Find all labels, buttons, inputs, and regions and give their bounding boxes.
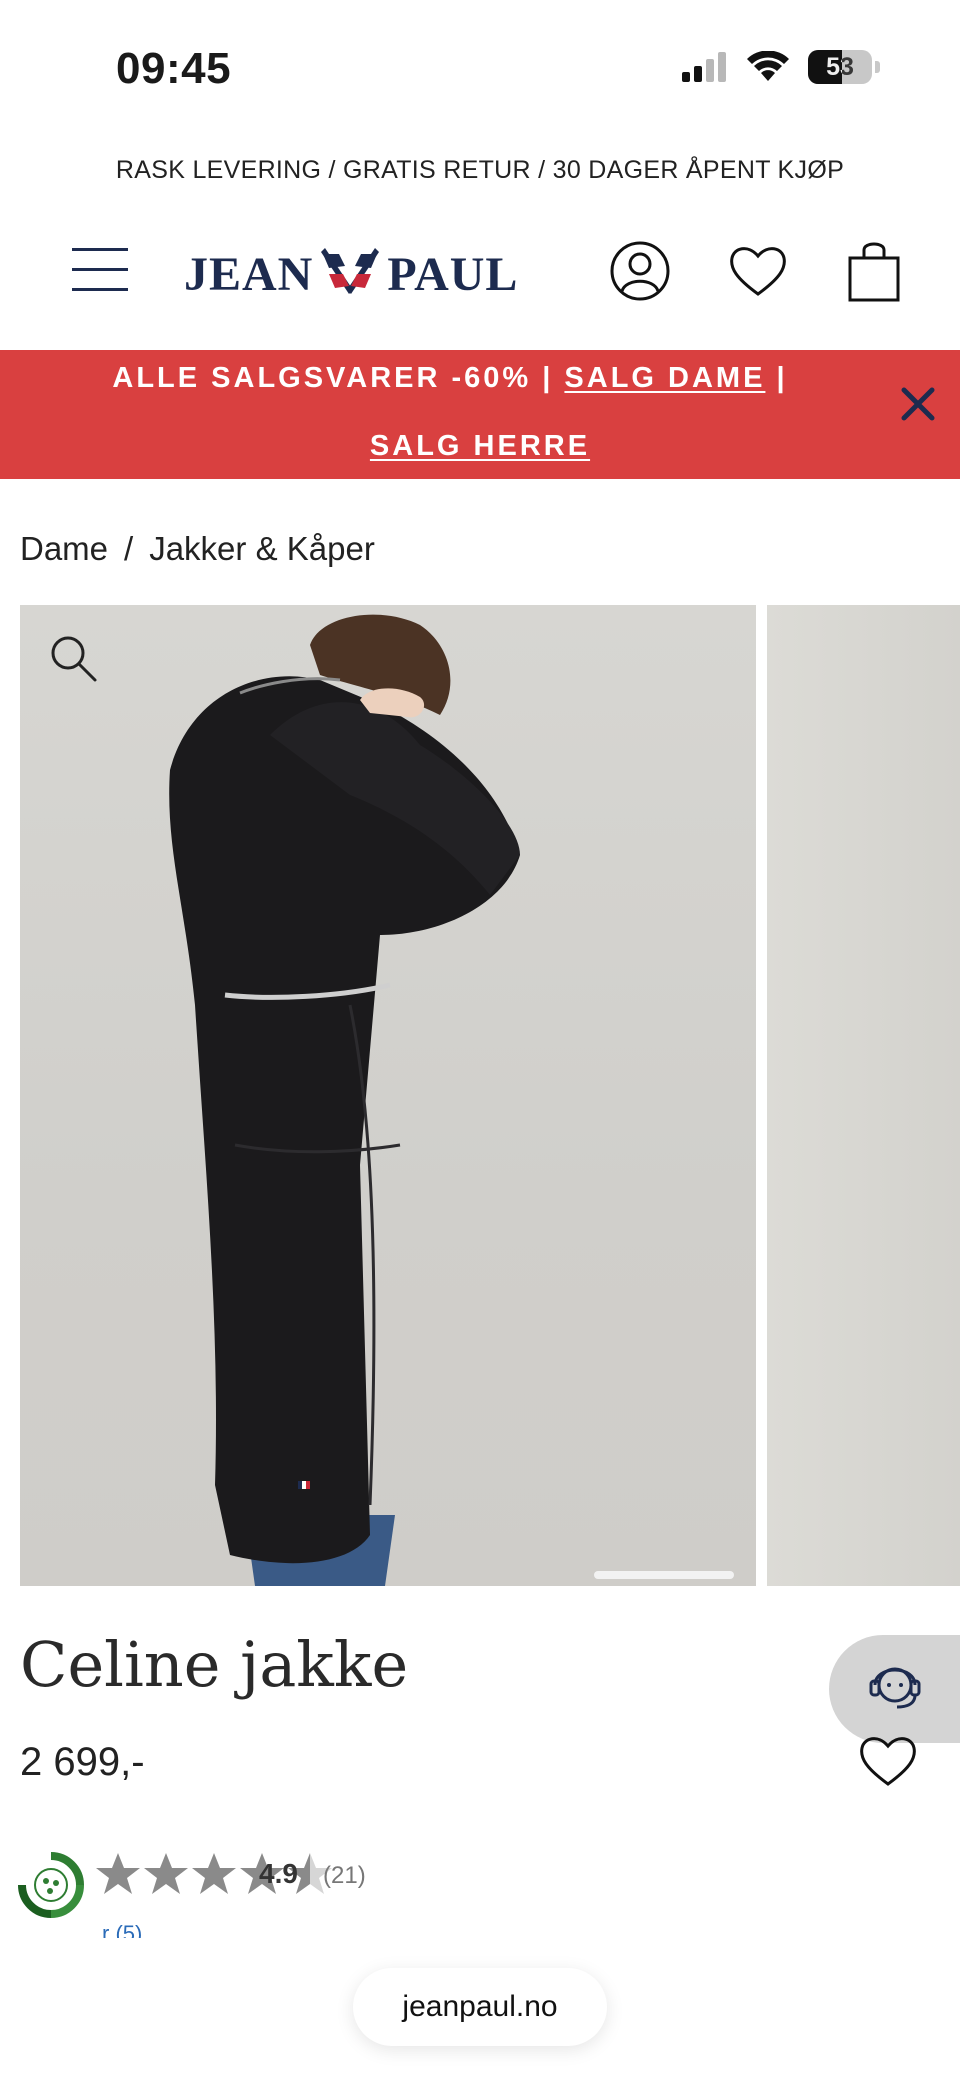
reviews-link[interactable]: r (5) <box>102 1920 142 1938</box>
sale-dame-link[interactable]: SALG DAME <box>564 362 765 394</box>
brand-logo-right: PAUL <box>387 247 519 301</box>
magnifier-icon[interactable] <box>48 633 100 685</box>
support-agent-icon <box>869 1667 921 1709</box>
brand-logo[interactable]: JEAN PAUL <box>184 244 518 304</box>
product-photo <box>169 614 521 1586</box>
sale-banner-separator: | <box>776 362 788 394</box>
crossed-flags-icon <box>321 248 380 294</box>
wishlist-heart-icon[interactable] <box>858 1732 918 1788</box>
hamburger-icon <box>72 248 128 251</box>
breadcrumb-item-dame[interactable]: Dame <box>20 530 108 568</box>
shipping-promo-text: RASK LEVERING / GRATIS RETUR / 30 DAGER … <box>115 156 845 184</box>
star-icon <box>192 1853 236 1894</box>
breadcrumb: Dame / Jakker & Kåper <box>20 530 375 568</box>
hamburger-icon-line <box>72 288 128 291</box>
browser-url[interactable]: jeanpaul.no <box>402 1990 557 2024</box>
status-bar: 09:45 53 <box>0 0 960 120</box>
status-time: 09:45 <box>116 44 232 93</box>
product-price: 2 699,- <box>20 1740 145 1784</box>
battery-level: 53 <box>826 52 854 81</box>
sale-herre-link[interactable]: SALG HERRE <box>370 430 590 462</box>
status-icons: 53 <box>682 50 880 84</box>
star-icon <box>96 1853 140 1894</box>
breadcrumb-separator: / <box>124 530 134 567</box>
product-title: Celine jakke <box>20 1628 409 1701</box>
battery-icon: 53 <box>808 50 872 84</box>
cellular-signal-icon <box>682 52 726 82</box>
sale-banner-text: ALLE SALGSVARER -60% | <box>112 362 554 394</box>
browser-url-bar[interactable]: jeanpaul.no <box>353 1968 607 2046</box>
gallery-scroll-indicator <box>594 1571 734 1579</box>
site-header: JEAN PAUL <box>0 230 960 320</box>
sale-banner-line: ALLE SALGSVARER -60% | SALG DAME | <box>0 362 900 395</box>
close-icon[interactable] <box>898 384 938 424</box>
sale-banner: ALLE SALGSVARER -60% | SALG DAME | SALG … <box>0 350 960 479</box>
eco-badge-icon <box>18 1852 84 1918</box>
battery-cap <box>875 61 880 73</box>
sale-banner-line-2: SALG HERRE <box>0 430 960 463</box>
heart-icon[interactable] <box>726 238 790 304</box>
wifi-icon <box>747 51 789 81</box>
next-product-image[interactable] <box>767 605 960 1586</box>
chat-support-button[interactable] <box>829 1635 960 1743</box>
shopping-bag-icon[interactable] <box>842 238 906 304</box>
rating-value: 4.9 <box>259 1858 298 1889</box>
product-gallery[interactable] <box>20 605 960 1586</box>
brand-logo-left: JEAN <box>184 247 314 301</box>
breadcrumb-item-jakker[interactable]: Jakker & Kåper <box>149 530 375 568</box>
rating-count[interactable]: (21) <box>323 1862 366 1890</box>
hamburger-icon-line <box>72 268 128 271</box>
user-icon[interactable] <box>608 238 672 304</box>
star-icon <box>144 1853 188 1894</box>
rating-stars[interactable] <box>94 1850 334 1898</box>
menu-button[interactable] <box>72 246 128 294</box>
product-image[interactable] <box>20 605 756 1586</box>
